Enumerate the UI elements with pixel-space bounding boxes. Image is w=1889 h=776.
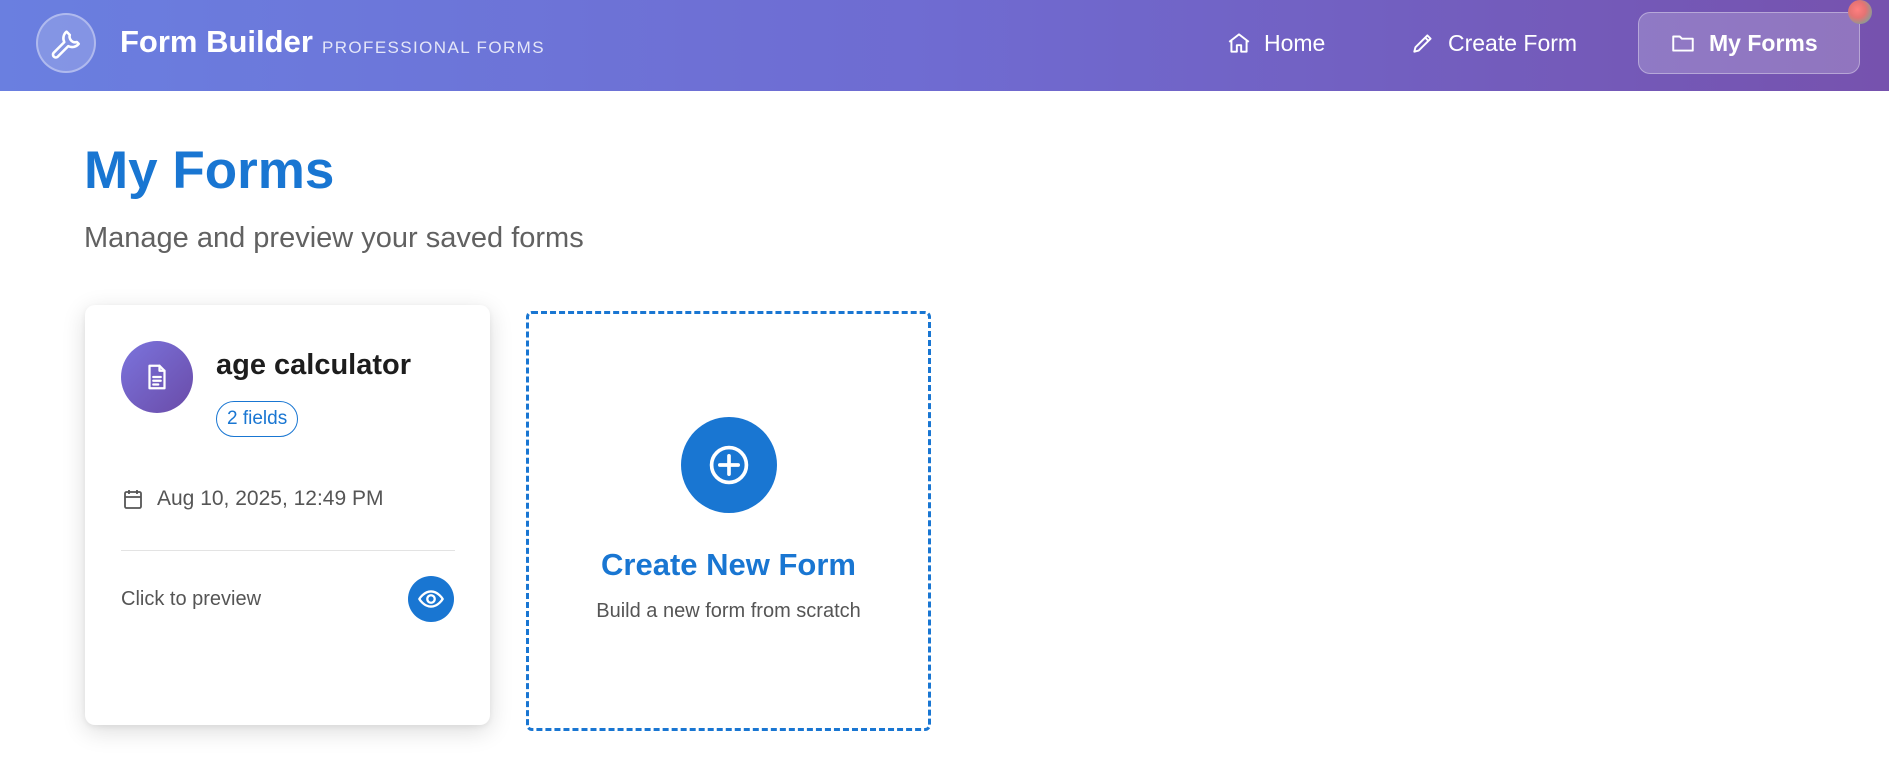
home-icon [1226,30,1252,56]
preview-hint: Click to preview [121,588,262,610]
folder-icon [1669,30,1697,56]
form-card[interactable]: age calculator 2 fields Aug 10, 2025, 12… [85,305,490,725]
eye-icon [418,590,444,608]
document-icon [121,341,193,413]
create-card-subtitle: Build a new form from scratch [596,600,861,622]
app-header: Form Builder PROFESSIONAL FORMS Home Cre… [0,0,1889,91]
pencil-icon [1410,30,1436,56]
app-subtitle: PROFESSIONAL FORMS [322,38,545,57]
form-date-row: Aug 10, 2025, 12:49 PM [121,487,384,511]
nav-home[interactable]: Home [1226,12,1346,74]
nav-my-forms-label: My Forms [1709,29,1818,56]
fields-count-badge: 2 fields [216,401,299,437]
calendar-icon [121,487,145,511]
wrench-icon [36,13,96,73]
nav-my-forms[interactable]: My Forms [1638,12,1860,74]
create-card-title: Create New Form [601,547,856,582]
create-new-form-card[interactable]: Create New Form Build a new form from sc… [526,311,931,731]
status-dot [1848,0,1872,24]
page-subtitle: Manage and preview your saved forms [84,222,584,254]
page-title: My Forms [84,141,335,200]
preview-button[interactable] [408,576,454,622]
nav-home-label: Home [1264,29,1326,56]
card-divider [121,550,455,551]
form-name: age calculator [216,349,412,381]
nav-create-form[interactable]: Create Form [1410,12,1600,74]
plus-circle-icon [681,417,777,513]
nav-create-form-label: Create Form [1448,29,1578,56]
app-title: Form Builder [120,24,313,59]
form-date: Aug 10, 2025, 12:49 PM [157,487,384,510]
